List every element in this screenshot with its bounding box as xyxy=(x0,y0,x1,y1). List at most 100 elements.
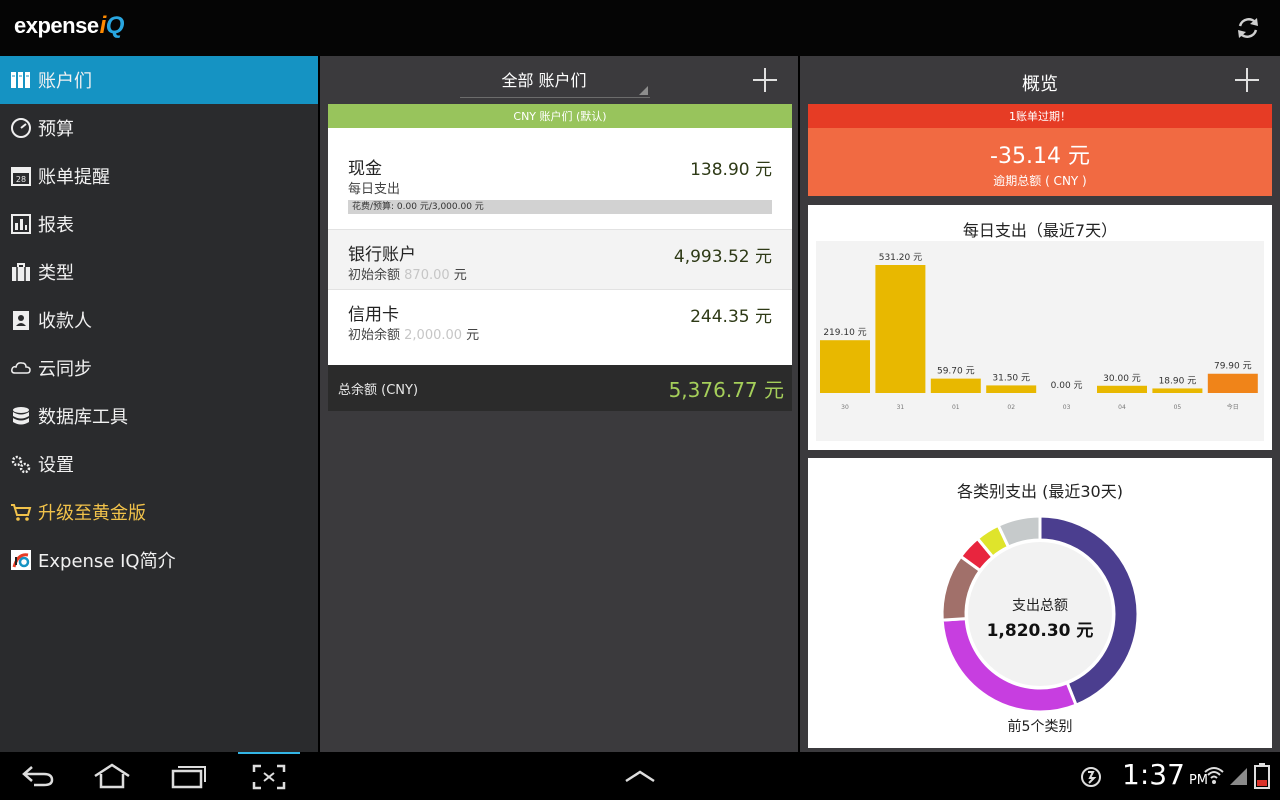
gear-icon xyxy=(10,453,32,475)
account-name: 现金 xyxy=(348,159,382,179)
overview-panel: 概览 1账单过期！ -35.14 元 逾期总额 ( CNY ) 每日支出（最近7… xyxy=(800,56,1280,752)
refresh-icon[interactable] xyxy=(1234,14,1262,42)
daily-spending-card[interactable]: 每日支出（最近7天） 219.10 元 30 531.20 元 31 59.70 元 01… xyxy=(808,205,1272,450)
sidebar-item-categories[interactable]: 类型 xyxy=(0,248,318,296)
account-row-credit-card[interactable]: 信用卡 初始余额 2,000.00 元 244.35 元 xyxy=(328,289,792,349)
accounts-panel-header: 全部 账户们 xyxy=(320,56,798,104)
status-clock: 1:37 PM xyxy=(1122,758,1208,791)
account-name: 银行账户 xyxy=(348,245,416,265)
accounts-icon xyxy=(10,69,32,91)
menu-up-button[interactable] xyxy=(616,760,664,792)
initial-balance-value: 870.00 xyxy=(400,268,450,283)
account-name: 信用卡 xyxy=(348,305,399,325)
back-button[interactable] xyxy=(14,760,62,792)
donut-center xyxy=(968,542,1112,686)
x-tick-label: 02 xyxy=(1007,404,1015,411)
chart-bar[interactable] xyxy=(930,378,981,393)
sidebar-item-accounts[interactable]: 账户们 xyxy=(0,56,318,104)
total-balance-label: 总余额 (CNY) xyxy=(338,382,419,398)
sidebar-item-label: 收款人 xyxy=(38,311,92,332)
top-categories-label: 前5个类别 xyxy=(1007,719,1073,735)
screenshot-icon xyxy=(252,764,286,790)
bar-data-label: 79.90 元 xyxy=(1214,362,1252,372)
add-transaction-button[interactable] xyxy=(1234,67,1260,93)
chart-bar[interactable] xyxy=(1097,385,1147,393)
cart-icon xyxy=(10,501,32,523)
x-tick-label: 03 xyxy=(1063,404,1071,411)
navigation-drawer: 账户们 预算 28 账单提醒 报表 类型 收款人 云同步 数据库工具 设置 升级… xyxy=(0,56,318,752)
account-subtitle: 每日支出 xyxy=(348,182,401,197)
add-account-button[interactable] xyxy=(752,67,778,93)
currency-unit: 元 xyxy=(449,268,467,283)
sidebar-item-bill-reminders[interactable]: 28 账单提醒 xyxy=(0,152,318,200)
account-balance: 138.90 元 xyxy=(690,160,772,180)
battery-icon xyxy=(1254,763,1270,789)
app-window: expense i Q 账户们 预算 28 账单提醒 报表 类型 收款人 云同步… xyxy=(0,0,1280,800)
overdue-amount: -35.14 元 xyxy=(990,144,1090,169)
x-tick-label: 30 xyxy=(841,404,849,411)
sidebar-item-label: 账单提醒 xyxy=(38,167,110,188)
total-balance-value: 5,376.77 元 xyxy=(668,377,784,402)
screenshot-button[interactable] xyxy=(238,752,300,800)
category-spending-card[interactable]: 各类别支出 (最近30天) 支出总额 1,820.30 元 前5个类别 xyxy=(808,458,1272,748)
chart-title: 每日支出（最近7天） xyxy=(962,221,1118,240)
initial-balance-label: 初始余额 xyxy=(348,268,401,283)
account-row-cash[interactable]: 现金 每日支出 138.90 元 花费/预算: 0.00 元/3,000.00 … xyxy=(328,128,792,229)
bar-data-label: 31.50 元 xyxy=(992,373,1030,383)
sidebar-item-upgrade[interactable]: 升级至黄金版 xyxy=(0,488,318,536)
report-chart-icon xyxy=(10,213,32,235)
donut-center-value: 1,820.30 元 xyxy=(987,621,1094,641)
x-tick-label: 今日 xyxy=(1227,403,1239,411)
sidebar-item-about[interactable]: Expense IQ简介 xyxy=(0,536,318,584)
database-icon xyxy=(10,405,32,427)
bar-data-label: 18.90 元 xyxy=(1159,376,1197,386)
account-balance: 244.35 元 xyxy=(690,307,772,327)
total-balance-bar: 总余额 (CNY) 5,376.77 元 xyxy=(328,365,792,411)
chevron-up-icon xyxy=(625,770,655,783)
sidebar-item-label: 设置 xyxy=(38,455,74,476)
account-row-bank[interactable]: 银行账户 初始余额 870.00 元 4,993.52 元 xyxy=(328,229,792,289)
sidebar-item-label: 升级至黄金版 xyxy=(38,503,146,524)
currency-unit: 元 xyxy=(462,328,480,343)
clock-time: 1:37 xyxy=(1122,758,1185,791)
recent-apps-button[interactable] xyxy=(164,760,212,792)
account-balance: 4,993.52 元 xyxy=(673,247,772,267)
chart-bar[interactable] xyxy=(820,340,870,393)
overdue-bills-card[interactable]: 1账单过期！ -35.14 元 逾期总额 ( CNY ) xyxy=(808,104,1272,196)
home-button[interactable] xyxy=(88,760,136,792)
sidebar-item-label: 预算 xyxy=(38,119,74,140)
donut-center-label: 支出总额 xyxy=(1012,598,1068,614)
chart-bar[interactable] xyxy=(986,385,1037,393)
recent-apps-icon xyxy=(171,766,206,789)
sidebar-item-settings[interactable]: 设置 xyxy=(0,440,318,488)
sidebar-item-database-tools[interactable]: 数据库工具 xyxy=(0,392,318,440)
sidebar-item-budget[interactable]: 预算 xyxy=(0,104,318,152)
overview-title: 概览 xyxy=(1022,74,1058,95)
bar-data-label: 0.00 元 xyxy=(1051,381,1083,391)
sidebar-item-label: 账户们 xyxy=(38,71,92,92)
app-logo: expense i Q xyxy=(14,12,124,40)
sidebar-item-payees[interactable]: 收款人 xyxy=(0,296,318,344)
sidebar-item-cloud-sync[interactable]: 云同步 xyxy=(0,344,318,392)
budget-progress-bar: 花费/预算: 0.00 元/3,000.00 元 xyxy=(348,200,772,214)
initial-balance-value: 2,000.00 xyxy=(400,328,463,343)
accounts-panel: 全部 账户们 CNY 账户们 (默认) 现金 每日支出 138.90 元 花费/… xyxy=(320,56,798,752)
sidebar-item-label: 报表 xyxy=(38,215,74,236)
cloud-icon xyxy=(10,357,32,379)
svg-text:28: 28 xyxy=(16,175,26,184)
chart-bar[interactable] xyxy=(1207,373,1258,393)
dropdown-triangle-icon xyxy=(639,85,648,95)
account-filter-dropdown[interactable]: 全部 账户们 xyxy=(460,63,650,98)
pie-chart-title: 各类别支出 (最近30天) xyxy=(957,482,1123,501)
chart-bar[interactable] xyxy=(1152,388,1203,393)
action-bar: expense i Q xyxy=(0,0,1280,56)
system-navigation-bar: 1:37 PM xyxy=(0,752,1280,800)
daily-spending-bar-chart: 219.10 元 30 531.20 元 31 59.70 元 01 31.50 元 02 0.… xyxy=(816,241,1264,441)
sidebar-item-label: 云同步 xyxy=(38,359,92,380)
bar-data-label: 30.00 元 xyxy=(1103,374,1141,384)
account-subtitle: 初始余额 2,000.00 元 xyxy=(348,324,479,343)
sidebar-item-reports[interactable]: 报表 xyxy=(0,200,318,248)
chart-bar[interactable] xyxy=(875,265,926,393)
bar-data-label: 219.10 元 xyxy=(823,328,866,338)
category-donut-chart: 支出总额 1,820.30 元 xyxy=(940,514,1140,714)
